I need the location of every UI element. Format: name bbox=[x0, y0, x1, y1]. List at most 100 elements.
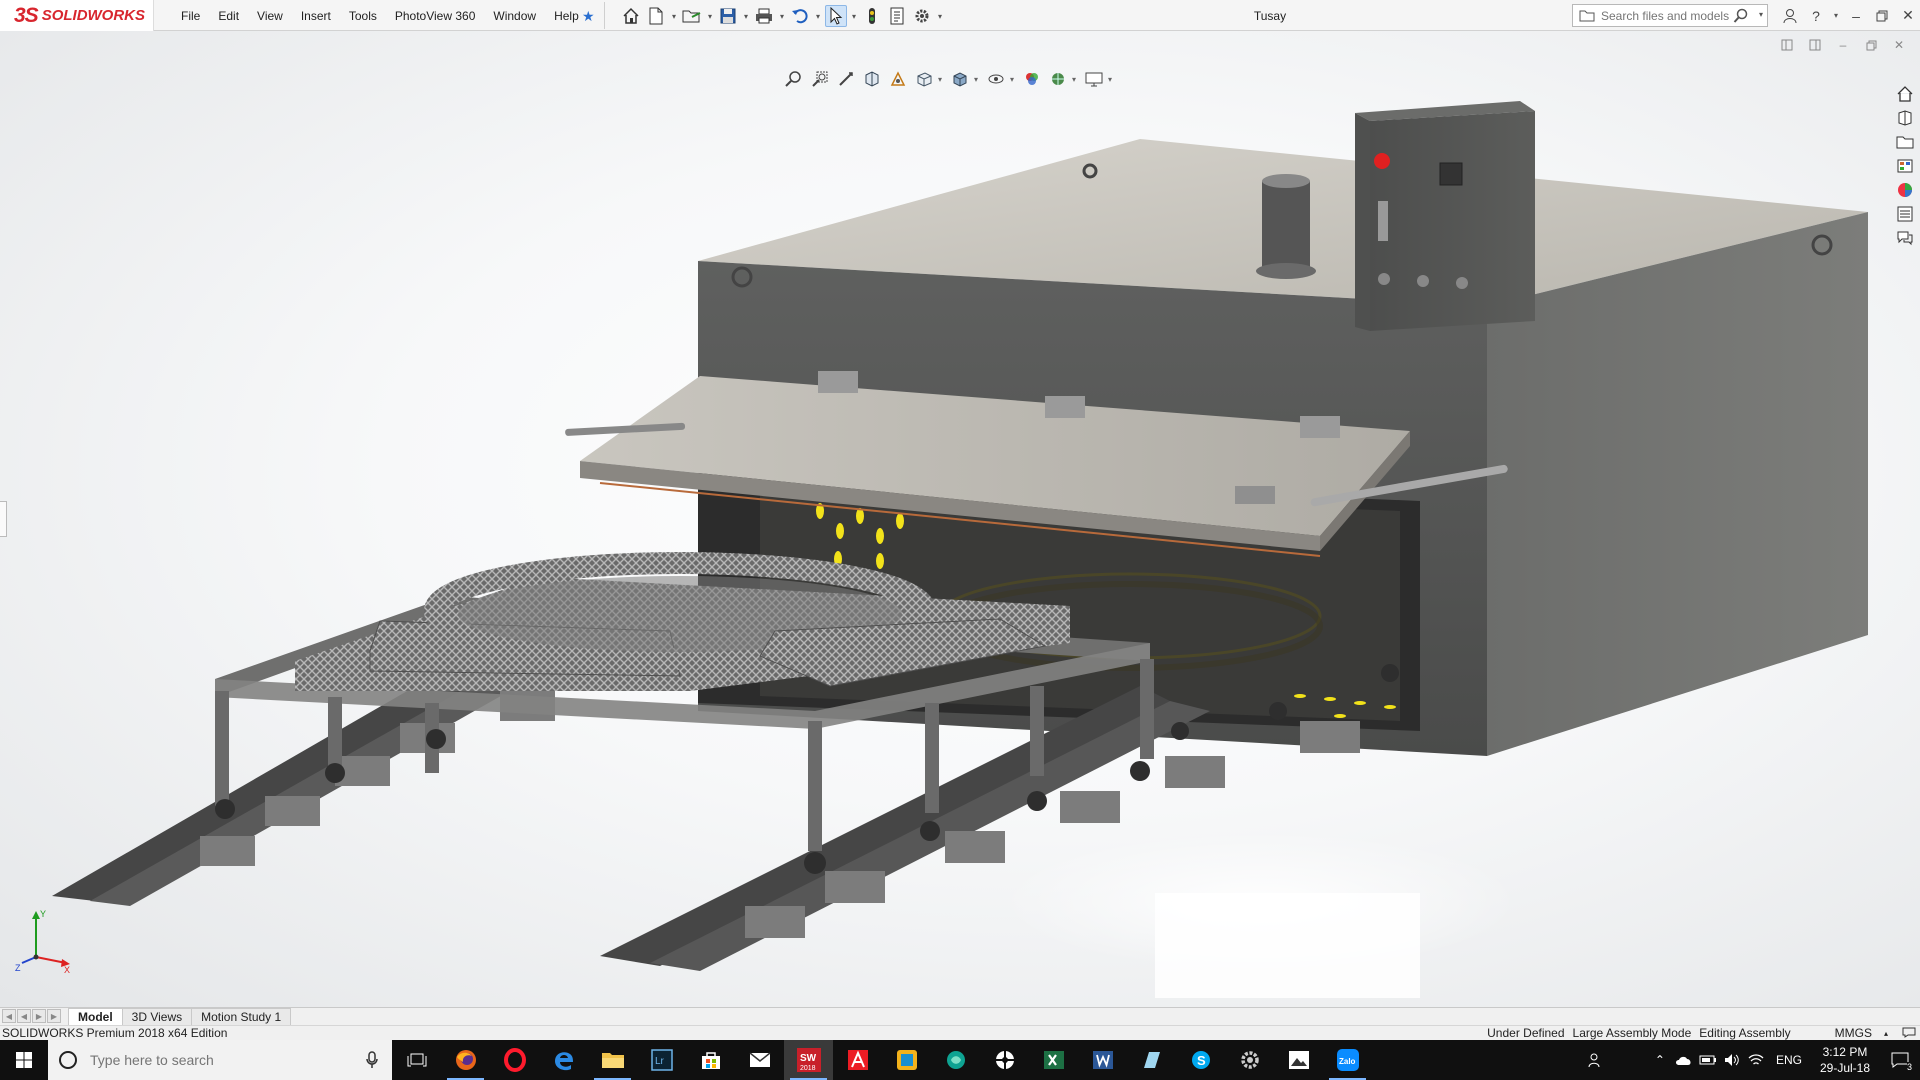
svg-text:SW: SW bbox=[800, 1053, 817, 1064]
zalo-icon[interactable]: Zalo bbox=[1323, 1040, 1372, 1080]
excel-icon[interactable] bbox=[1029, 1040, 1078, 1080]
tab-model[interactable]: Model bbox=[68, 1008, 123, 1025]
triad-z-label: Z bbox=[15, 963, 21, 973]
lightroom-icon[interactable]: Lr bbox=[637, 1040, 686, 1080]
brand-name: SOLIDWORKS bbox=[41, 7, 146, 24]
tab-motion-study-1[interactable]: Motion Study 1 bbox=[191, 1008, 292, 1025]
minimize-icon[interactable]: – bbox=[1846, 6, 1866, 26]
menu-view[interactable]: View bbox=[248, 9, 292, 23]
tab-prev-icon[interactable]: ◀ bbox=[17, 1009, 31, 1023]
pin-menu-icon[interactable]: ★ bbox=[582, 8, 595, 25]
new-document-icon[interactable] bbox=[645, 5, 667, 27]
volume-icon[interactable] bbox=[1720, 1040, 1744, 1080]
undo-icon[interactable] bbox=[789, 5, 811, 27]
show-hidden-icons-icon[interactable]: ⌃ bbox=[1648, 1040, 1672, 1080]
file-properties-icon[interactable] bbox=[886, 5, 908, 27]
svg-text:S: S bbox=[1197, 1053, 1206, 1068]
options-gear-icon[interactable] bbox=[911, 5, 933, 27]
menu-bar: File Edit View Insert Tools PhotoView 36… bbox=[172, 0, 588, 31]
triad-y-label: Y bbox=[40, 909, 46, 919]
search-box[interactable]: ▾ bbox=[1572, 4, 1768, 27]
search-icon[interactable] bbox=[1733, 8, 1749, 24]
solidworks-logo[interactable]: 3S SOLIDWORKS bbox=[0, 0, 154, 31]
document-title: Tusay bbox=[1253, 9, 1287, 23]
word-icon[interactable] bbox=[1078, 1040, 1127, 1080]
rebuild-icon[interactable] bbox=[861, 5, 883, 27]
store-icon[interactable] bbox=[686, 1040, 735, 1080]
menu-edit[interactable]: Edit bbox=[209, 9, 248, 23]
status-bar: SOLIDWORKS Premium 2018 x64 Edition Unde… bbox=[0, 1025, 1920, 1040]
clock-date: 29-Jul-18 bbox=[1819, 1061, 1870, 1075]
microphone-icon[interactable] bbox=[366, 1051, 378, 1069]
unit-system-up-icon: ▴ bbox=[1883, 1029, 1888, 1038]
skype-icon[interactable]: S bbox=[1176, 1040, 1225, 1080]
menu-file[interactable]: File bbox=[172, 9, 209, 23]
help-icon[interactable]: ? bbox=[1806, 6, 1826, 26]
undo-dropdown-icon[interactable]: ▾ bbox=[814, 12, 822, 21]
tab-navigation: ◀ ◀ ▶ ▶ bbox=[2, 1009, 62, 1025]
system-tray: ⌃ ENG 3:12 PM 29-Jul-18 3 bbox=[1584, 1040, 1920, 1080]
input-language[interactable]: ENG bbox=[1768, 1053, 1810, 1067]
tab-last-icon[interactable]: ▶ bbox=[47, 1009, 61, 1023]
wifi-icon[interactable] bbox=[1744, 1040, 1768, 1080]
edge-icon[interactable] bbox=[539, 1040, 588, 1080]
solidworks-version-badge: 2018 bbox=[800, 1065, 816, 1072]
search-input[interactable] bbox=[1601, 8, 1741, 23]
help-dropdown-icon[interactable]: ▾ bbox=[1832, 11, 1840, 20]
menu-tools[interactable]: Tools bbox=[340, 9, 386, 23]
taskbar-search-box[interactable] bbox=[48, 1040, 392, 1080]
menu-insert[interactable]: Insert bbox=[292, 9, 340, 23]
save-dropdown-icon[interactable]: ▾ bbox=[742, 12, 750, 21]
menu-photoview-360[interactable]: PhotoView 360 bbox=[386, 9, 485, 23]
onedrive-icon[interactable] bbox=[1672, 1040, 1696, 1080]
photo-viewer-icon[interactable] bbox=[882, 1040, 931, 1080]
tab-3d-views[interactable]: 3D Views bbox=[121, 1008, 193, 1025]
save-icon[interactable] bbox=[717, 5, 739, 27]
user-account-icon[interactable] bbox=[1780, 6, 1800, 26]
chrome-like-icon[interactable] bbox=[980, 1040, 1029, 1080]
print-icon[interactable] bbox=[753, 5, 775, 27]
search-scope-folder-icon[interactable] bbox=[1579, 9, 1595, 23]
select-pointer-icon[interactable] bbox=[825, 5, 847, 27]
unit-system-selector[interactable]: MMGS ▴ bbox=[1795, 1026, 1898, 1041]
svg-text:Lr: Lr bbox=[655, 1056, 665, 1067]
file-explorer-app-icon[interactable] bbox=[588, 1040, 637, 1080]
system-clock[interactable]: 3:12 PM 29-Jul-18 bbox=[1810, 1044, 1880, 1076]
battery-icon[interactable] bbox=[1696, 1040, 1720, 1080]
search-dropdown-icon[interactable]: ▾ bbox=[1759, 10, 1763, 19]
open-dropdown-icon[interactable]: ▾ bbox=[706, 12, 714, 21]
triad-x-label: X bbox=[64, 965, 70, 975]
graphics-area[interactable]: ▾ ▾ ▾ ▾ ▾ – ✕ Y X Z bbox=[0, 31, 1920, 1007]
opera-icon[interactable] bbox=[490, 1040, 539, 1080]
tab-first-icon[interactable]: ◀ bbox=[2, 1009, 16, 1023]
new-dropdown-icon[interactable]: ▾ bbox=[670, 12, 678, 21]
task-view-icon[interactable] bbox=[392, 1040, 441, 1080]
clock-time: 3:12 PM bbox=[1822, 1045, 1868, 1059]
people-icon[interactable] bbox=[1584, 1040, 1608, 1080]
photos-icon[interactable] bbox=[1274, 1040, 1323, 1080]
settings-app-icon[interactable] bbox=[1225, 1040, 1274, 1080]
notes-icon[interactable] bbox=[1127, 1040, 1176, 1080]
print-dropdown-icon[interactable]: ▾ bbox=[778, 12, 786, 21]
mail-icon[interactable] bbox=[735, 1040, 784, 1080]
menu-window[interactable]: Window bbox=[484, 9, 545, 23]
tab-next-icon[interactable]: ▶ bbox=[32, 1009, 46, 1023]
select-dropdown-icon[interactable]: ▾ bbox=[850, 12, 858, 21]
svg-text:Zalo: Zalo bbox=[1339, 1057, 1356, 1066]
keyshot-icon[interactable] bbox=[931, 1040, 980, 1080]
home-icon[interactable] bbox=[620, 5, 642, 27]
axis-triad: Y X Z bbox=[15, 909, 70, 975]
action-center-icon[interactable]: 3 bbox=[1880, 1040, 1920, 1080]
close-icon[interactable]: ✕ bbox=[1898, 6, 1918, 26]
solidworks-app-icon[interactable]: SW 2018 bbox=[784, 1040, 833, 1080]
cortana-icon bbox=[59, 1051, 77, 1069]
large-assembly-mode-status: Large Assembly Mode bbox=[1572, 1026, 1692, 1040]
windows-start-icon[interactable] bbox=[0, 1040, 48, 1080]
taskbar-search-input[interactable] bbox=[90, 1052, 350, 1068]
restore-icon[interactable] bbox=[1872, 6, 1892, 26]
acrobat-icon[interactable] bbox=[833, 1040, 882, 1080]
open-folder-icon[interactable] bbox=[681, 5, 703, 27]
firefox-icon[interactable] bbox=[441, 1040, 490, 1080]
ds-logo-mark: 3S bbox=[14, 3, 39, 27]
options-dropdown-icon[interactable]: ▾ bbox=[936, 12, 944, 21]
